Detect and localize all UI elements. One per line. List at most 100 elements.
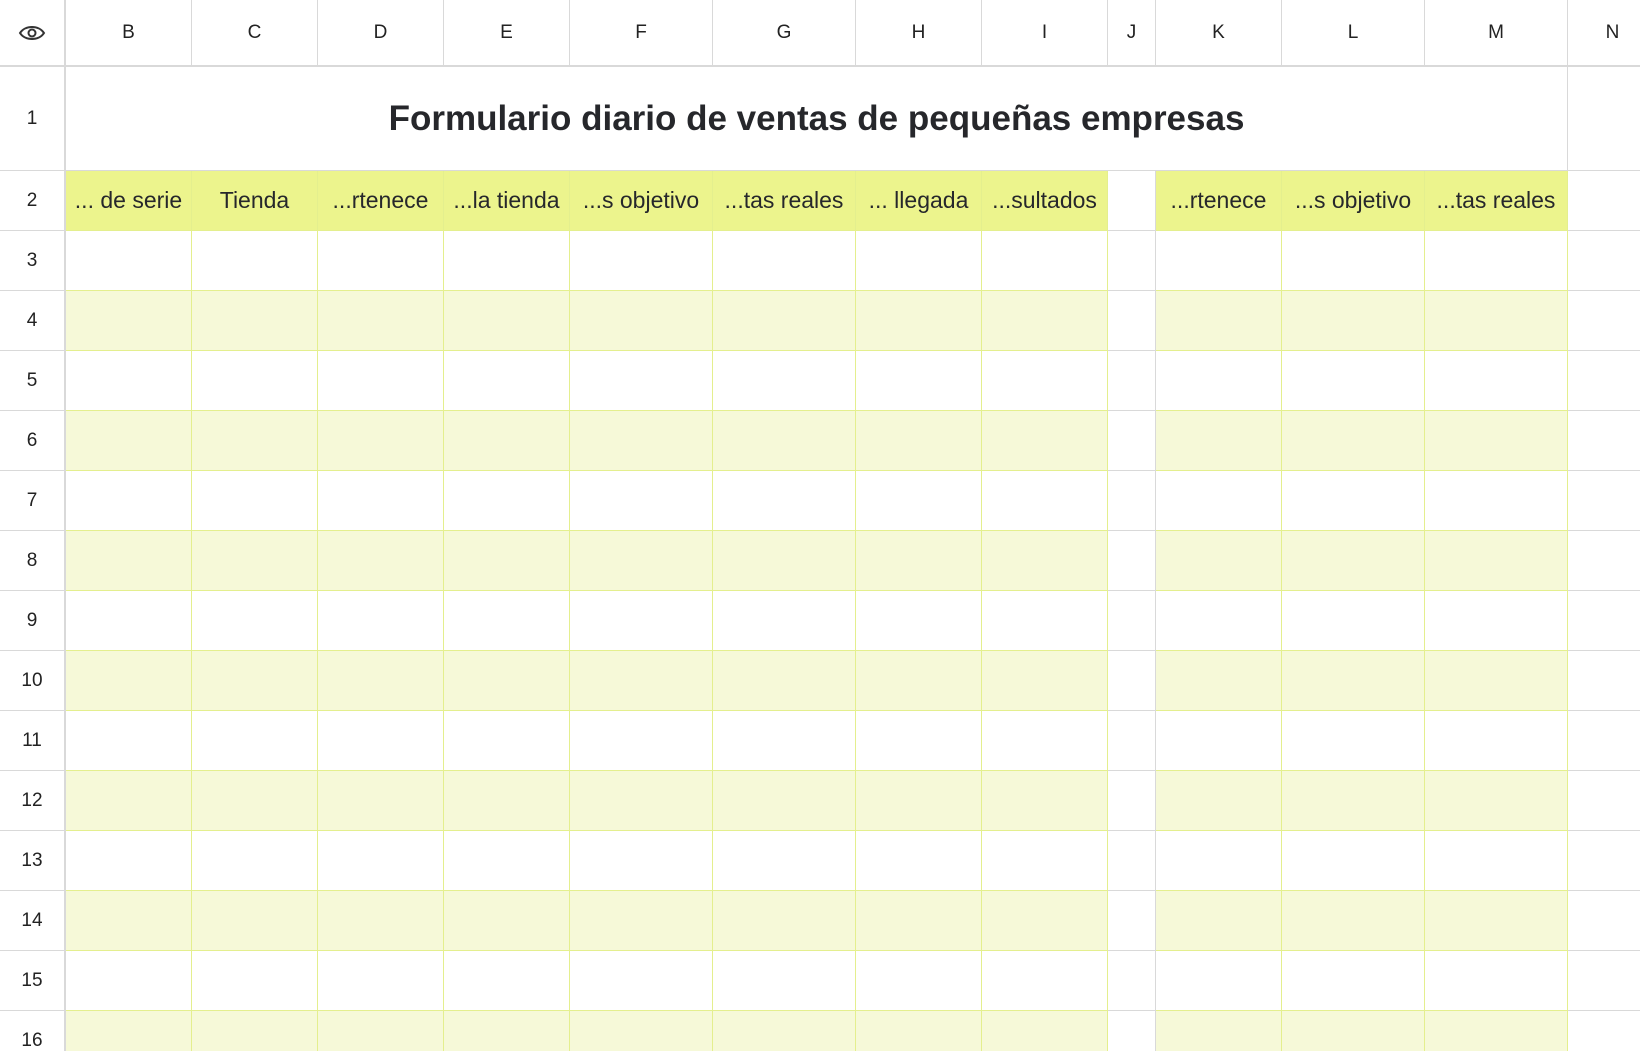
- cell-j16[interactable]: [1108, 1011, 1156, 1051]
- cell-h14[interactable]: [856, 891, 982, 951]
- cell-l9[interactable]: [1282, 591, 1425, 651]
- cell-n4[interactable]: [1568, 291, 1640, 351]
- cell-d10[interactable]: [318, 651, 444, 711]
- row-header-2[interactable]: 2: [0, 171, 66, 231]
- cell-l13[interactable]: [1282, 831, 1425, 891]
- cell-n13[interactable]: [1568, 831, 1640, 891]
- cell-n10[interactable]: [1568, 651, 1640, 711]
- column-header-l[interactable]: L: [1282, 0, 1425, 67]
- cell-b6[interactable]: [66, 411, 192, 471]
- cell-g12[interactable]: [713, 771, 856, 831]
- cell-n12[interactable]: [1568, 771, 1640, 831]
- cell-m7[interactable]: [1425, 471, 1568, 531]
- row-header-9[interactable]: 9: [0, 591, 66, 651]
- column-title-i[interactable]: ...sultados: [982, 171, 1108, 231]
- column-header-k[interactable]: K: [1156, 0, 1282, 67]
- column-title-m[interactable]: ...tas reales: [1425, 171, 1568, 231]
- column-header-m[interactable]: M: [1425, 0, 1568, 67]
- cell-f12[interactable]: [570, 771, 713, 831]
- cell-b13[interactable]: [66, 831, 192, 891]
- cell-b11[interactable]: [66, 711, 192, 771]
- cell-c7[interactable]: [192, 471, 318, 531]
- column-title-g[interactable]: ...tas reales: [713, 171, 856, 231]
- cell-c15[interactable]: [192, 951, 318, 1011]
- cell-d5[interactable]: [318, 351, 444, 411]
- cell-e9[interactable]: [444, 591, 570, 651]
- cell-j7[interactable]: [1108, 471, 1156, 531]
- cell-h9[interactable]: [856, 591, 982, 651]
- row-header-4[interactable]: 4: [0, 291, 66, 351]
- cell-m6[interactable]: [1425, 411, 1568, 471]
- cell-i8[interactable]: [982, 531, 1108, 591]
- cell-e12[interactable]: [444, 771, 570, 831]
- cell-m10[interactable]: [1425, 651, 1568, 711]
- cell-m5[interactable]: [1425, 351, 1568, 411]
- cell-e10[interactable]: [444, 651, 570, 711]
- row-header-11[interactable]: 11: [0, 711, 66, 771]
- cell-i11[interactable]: [982, 711, 1108, 771]
- cell-e5[interactable]: [444, 351, 570, 411]
- cell-m9[interactable]: [1425, 591, 1568, 651]
- cell-h4[interactable]: [856, 291, 982, 351]
- cell-d14[interactable]: [318, 891, 444, 951]
- cell-f3[interactable]: [570, 231, 713, 291]
- cell-b7[interactable]: [66, 471, 192, 531]
- cell-l8[interactable]: [1282, 531, 1425, 591]
- cell-n14[interactable]: [1568, 891, 1640, 951]
- cell-m16[interactable]: [1425, 1011, 1568, 1051]
- cell-k16[interactable]: [1156, 1011, 1282, 1051]
- row-header-15[interactable]: 15: [0, 951, 66, 1011]
- cell-e15[interactable]: [444, 951, 570, 1011]
- cell-j4[interactable]: [1108, 291, 1156, 351]
- cell-f4[interactable]: [570, 291, 713, 351]
- cell-n8[interactable]: [1568, 531, 1640, 591]
- cell-i15[interactable]: [982, 951, 1108, 1011]
- cell-e13[interactable]: [444, 831, 570, 891]
- cell-h15[interactable]: [856, 951, 982, 1011]
- cell-e11[interactable]: [444, 711, 570, 771]
- cell-j15[interactable]: [1108, 951, 1156, 1011]
- cell-h8[interactable]: [856, 531, 982, 591]
- cell-f14[interactable]: [570, 891, 713, 951]
- cell-n7[interactable]: [1568, 471, 1640, 531]
- cell-g7[interactable]: [713, 471, 856, 531]
- cell-d11[interactable]: [318, 711, 444, 771]
- cell-h10[interactable]: [856, 651, 982, 711]
- row-header-7[interactable]: 7: [0, 471, 66, 531]
- column-header-d[interactable]: D: [318, 0, 444, 67]
- cell-n6[interactable]: [1568, 411, 1640, 471]
- cell-m13[interactable]: [1425, 831, 1568, 891]
- cell-i13[interactable]: [982, 831, 1108, 891]
- cell-k5[interactable]: [1156, 351, 1282, 411]
- cell-c5[interactable]: [192, 351, 318, 411]
- cell-i6[interactable]: [982, 411, 1108, 471]
- row-header-13[interactable]: 13: [0, 831, 66, 891]
- cell-f11[interactable]: [570, 711, 713, 771]
- cell-b12[interactable]: [66, 771, 192, 831]
- cell-k11[interactable]: [1156, 711, 1282, 771]
- column-title-k[interactable]: ...rtenece: [1156, 171, 1282, 231]
- cell-e14[interactable]: [444, 891, 570, 951]
- cell-m4[interactable]: [1425, 291, 1568, 351]
- cell-b4[interactable]: [66, 291, 192, 351]
- cell-i12[interactable]: [982, 771, 1108, 831]
- cell-h13[interactable]: [856, 831, 982, 891]
- cell-g13[interactable]: [713, 831, 856, 891]
- column-header-i[interactable]: I: [982, 0, 1108, 67]
- cell-e4[interactable]: [444, 291, 570, 351]
- cell-e16[interactable]: [444, 1011, 570, 1051]
- cell-f9[interactable]: [570, 591, 713, 651]
- cell-d13[interactable]: [318, 831, 444, 891]
- column-title-e[interactable]: ...la tienda: [444, 171, 570, 231]
- cell-d6[interactable]: [318, 411, 444, 471]
- column-header-g[interactable]: G: [713, 0, 856, 67]
- row-header-1[interactable]: 1: [0, 67, 66, 171]
- cell-n2[interactable]: [1568, 171, 1640, 231]
- cell-g10[interactable]: [713, 651, 856, 711]
- select-all-corner[interactable]: [0, 0, 66, 67]
- cell-d7[interactable]: [318, 471, 444, 531]
- cell-d9[interactable]: [318, 591, 444, 651]
- cell-h7[interactable]: [856, 471, 982, 531]
- cell-i14[interactable]: [982, 891, 1108, 951]
- cell-g6[interactable]: [713, 411, 856, 471]
